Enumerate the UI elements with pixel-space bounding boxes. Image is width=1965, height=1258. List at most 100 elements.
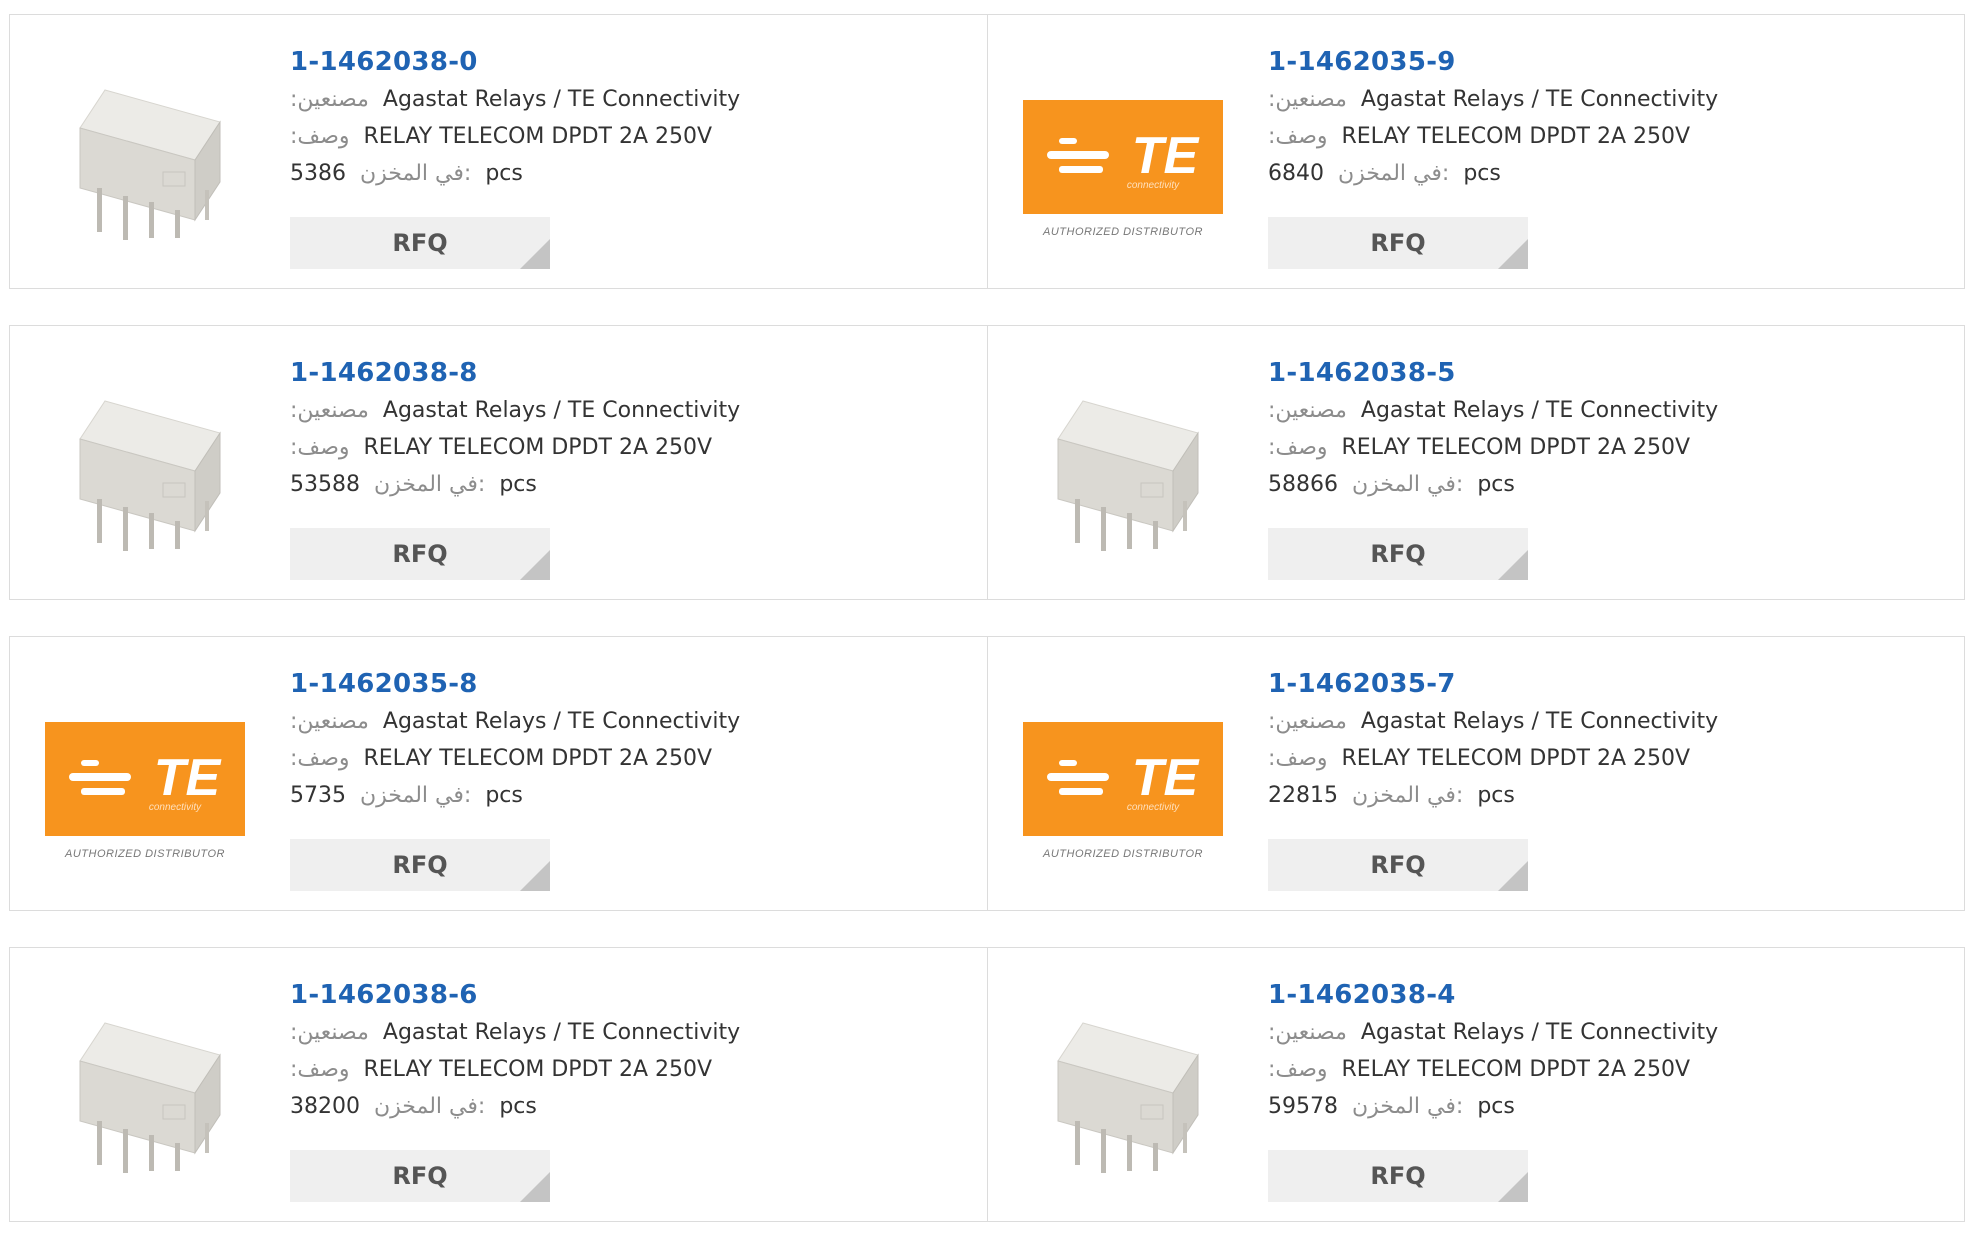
rfq-button[interactable]: RFQ <box>290 528 550 580</box>
part-number-link[interactable]: 1-1462038-0 <box>290 45 970 81</box>
te-logo-wordmark: TE <box>1132 127 1200 185</box>
part-number-link[interactable]: 1-1462038-8 <box>290 356 970 392</box>
product-info: 1-1462038-0 :مصنعين Agastat Relays / TE … <box>290 45 970 192</box>
stock-unit: pcs <box>1463 161 1501 186</box>
stock-line: 53588 في المخزن: pcs <box>290 466 970 503</box>
rfq-button[interactable]: RFQ <box>1268 839 1528 891</box>
description-line: :وصف RELAY TELECOM DPDT 2A 250V <box>290 740 970 777</box>
product-card: 1-1462038-4 :مصنعين Agastat Relays / TE … <box>987 948 1964 1221</box>
relay-product-image[interactable] <box>45 371 245 551</box>
rfq-corner-decoration <box>1498 861 1528 891</box>
rfq-button[interactable]: RFQ <box>1268 217 1528 269</box>
relay-product-image[interactable] <box>1023 993 1223 1173</box>
manufacturer-line: :مصنعين Agastat Relays / TE Connectivity <box>1268 392 1948 429</box>
product-row: 1-1462038-6 :مصنعين Agastat Relays / TE … <box>9 947 1965 1222</box>
description-label: :وصف <box>290 1057 350 1082</box>
stock-value: 22815 <box>1268 783 1338 808</box>
manufacturer-line: :مصنعين Agastat Relays / TE Connectivity <box>290 81 970 118</box>
part-number-link[interactable]: 1-1462038-4 <box>1268 978 1948 1014</box>
description-line: :وصف RELAY TELECOM DPDT 2A 250V <box>1268 1051 1948 1088</box>
relay-product-image[interactable] <box>45 60 245 240</box>
rfq-button[interactable]: RFQ <box>1268 1150 1528 1202</box>
rfq-corner-decoration <box>520 550 550 580</box>
manufacturer-value: Agastat Relays / TE Connectivity <box>382 709 741 734</box>
product-card: TE connectivity AUTHORIZED DISTRIBUTOR 1… <box>987 637 1964 910</box>
stock-line: 5735 في المخزن: pcs <box>290 777 970 814</box>
rfq-button[interactable]: RFQ <box>290 839 550 891</box>
rfq-button-label: RFQ <box>1370 1162 1426 1190</box>
description-label: :وصف <box>1268 1057 1328 1082</box>
description-value: RELAY TELECOM DPDT 2A 250V <box>1341 746 1691 771</box>
te-authorized-distributor-logo[interactable]: TE connectivity AUTHORIZED DISTRIBUTOR <box>45 682 245 862</box>
stock-label: في المخزن: <box>374 472 486 497</box>
authorized-distributor-caption: AUTHORIZED DISTRIBUTOR <box>64 848 225 860</box>
manufacturer-value: Agastat Relays / TE Connectivity <box>382 87 741 112</box>
manufacturer-line: :مصنعين Agastat Relays / TE Connectivity <box>290 392 970 429</box>
rfq-corner-decoration <box>1498 550 1528 580</box>
stock-label: في المخزن: <box>1352 1094 1464 1119</box>
product-row: 1-1462038-8 :مصنعين Agastat Relays / TE … <box>9 325 1965 600</box>
authorized-distributor-caption: AUTHORIZED DISTRIBUTOR <box>1042 226 1203 238</box>
description-value: RELAY TELECOM DPDT 2A 250V <box>1341 435 1691 460</box>
te-logo-subtext: connectivity <box>1127 802 1180 813</box>
stock-unit: pcs <box>485 783 523 808</box>
stock-label: في المخزن: <box>374 1094 486 1119</box>
part-number-link[interactable]: 1-1462035-7 <box>1268 667 1948 703</box>
product-info: 1-1462035-7 :مصنعين Agastat Relays / TE … <box>1268 667 1948 814</box>
part-number-link[interactable]: 1-1462035-9 <box>1268 45 1948 81</box>
rfq-button[interactable]: RFQ <box>290 217 550 269</box>
manufacturer-value: Agastat Relays / TE Connectivity <box>1360 398 1719 423</box>
stock-line: 38200 في المخزن: pcs <box>290 1088 970 1125</box>
stock-label: في المخزن: <box>360 783 472 808</box>
rfq-button[interactable]: RFQ <box>290 1150 550 1202</box>
rfq-button[interactable]: RFQ <box>1268 528 1528 580</box>
product-row: 1-1462038-0 :مصنعين Agastat Relays / TE … <box>9 14 1965 289</box>
manufacturer-value: Agastat Relays / TE Connectivity <box>1360 709 1719 734</box>
manufacturer-line: :مصنعين Agastat Relays / TE Connectivity <box>1268 703 1948 740</box>
manufacturer-value: Agastat Relays / TE Connectivity <box>382 398 741 423</box>
rfq-corner-decoration <box>520 861 550 891</box>
manufacturer-label: :مصنعين <box>290 709 369 734</box>
te-authorized-distributor-logo[interactable]: TE connectivity AUTHORIZED DISTRIBUTOR <box>1023 60 1223 240</box>
stock-unit: pcs <box>485 161 523 186</box>
stock-value: 38200 <box>290 1094 360 1119</box>
stock-value: 53588 <box>290 472 360 497</box>
product-card: 1-1462038-8 :مصنعين Agastat Relays / TE … <box>10 326 987 599</box>
product-info: 1-1462038-5 :مصنعين Agastat Relays / TE … <box>1268 356 1948 503</box>
stock-value: 5386 <box>290 161 346 186</box>
manufacturer-value: Agastat Relays / TE Connectivity <box>1360 1020 1719 1045</box>
stock-label: في المخزن: <box>1338 161 1450 186</box>
manufacturer-label: :مصنعين <box>290 1020 369 1045</box>
part-number-link[interactable]: 1-1462038-6 <box>290 978 970 1014</box>
product-card: 1-1462038-0 :مصنعين Agastat Relays / TE … <box>10 15 987 288</box>
te-logo-wordmark: TE <box>154 749 222 807</box>
description-value: RELAY TELECOM DPDT 2A 250V <box>1341 124 1691 149</box>
stock-line: 6840 في المخزن: pcs <box>1268 155 1948 192</box>
relay-product-image[interactable] <box>45 993 245 1173</box>
rfq-button-label: RFQ <box>392 229 448 257</box>
stock-line: 22815 في المخزن: pcs <box>1268 777 1948 814</box>
description-line: :وصف RELAY TELECOM DPDT 2A 250V <box>290 429 970 466</box>
part-number-link[interactable]: 1-1462035-8 <box>290 667 970 703</box>
te-authorized-distributor-logo[interactable]: TE connectivity AUTHORIZED DISTRIBUTOR <box>1023 682 1223 862</box>
rfq-button-label: RFQ <box>1370 851 1426 879</box>
description-line: :وصف RELAY TELECOM DPDT 2A 250V <box>290 118 970 155</box>
stock-unit: pcs <box>1477 783 1515 808</box>
description-value: RELAY TELECOM DPDT 2A 250V <box>363 746 713 771</box>
description-label: :وصف <box>290 124 350 149</box>
manufacturer-value: Agastat Relays / TE Connectivity <box>1360 87 1719 112</box>
product-info: 1-1462038-8 :مصنعين Agastat Relays / TE … <box>290 356 970 503</box>
product-card: 1-1462038-5 :مصنعين Agastat Relays / TE … <box>987 326 1964 599</box>
rfq-button-label: RFQ <box>392 1162 448 1190</box>
rfq-button-label: RFQ <box>1370 229 1426 257</box>
product-grid: 1-1462038-0 :مصنعين Agastat Relays / TE … <box>9 14 1965 1258</box>
part-number-link[interactable]: 1-1462038-5 <box>1268 356 1948 392</box>
description-line: :وصف RELAY TELECOM DPDT 2A 250V <box>1268 429 1948 466</box>
product-info: 1-1462038-4 :مصنعين Agastat Relays / TE … <box>1268 978 1948 1125</box>
description-line: :وصف RELAY TELECOM DPDT 2A 250V <box>290 1051 970 1088</box>
stock-unit: pcs <box>499 472 537 497</box>
product-card: TE connectivity AUTHORIZED DISTRIBUTOR 1… <box>987 15 1964 288</box>
stock-line: 59578 في المخزن: pcs <box>1268 1088 1948 1125</box>
relay-product-image[interactable] <box>1023 371 1223 551</box>
authorized-distributor-caption: AUTHORIZED DISTRIBUTOR <box>1042 848 1203 860</box>
